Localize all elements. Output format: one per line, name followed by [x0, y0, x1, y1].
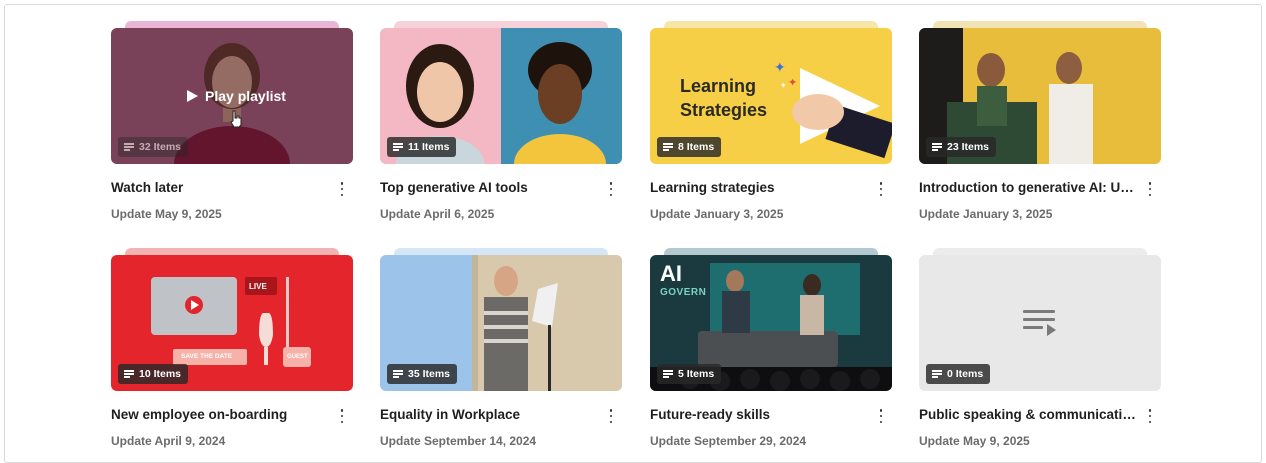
thumbnail-live-tag: LIVE — [249, 282, 267, 291]
svg-text:✦: ✦ — [788, 76, 797, 89]
playlist-updated-date: Update April 6, 2025 — [380, 207, 495, 221]
playlist-icon — [663, 370, 673, 378]
item-count-badge: 11 Items — [387, 137, 457, 157]
playlist-icon — [124, 370, 134, 378]
playlist-updated-date: Update September 29, 2024 — [650, 434, 807, 448]
item-count-badge: 8 Items — [657, 137, 722, 157]
playlist-icon — [124, 143, 134, 151]
item-count-badge: 10 Items — [118, 364, 189, 384]
playlist-icon — [932, 143, 942, 151]
svg-text:✦: ✦ — [780, 81, 787, 90]
more-options-icon[interactable] — [608, 409, 614, 423]
thumbnail-guest-tag: GUEST — [287, 354, 308, 360]
item-count: 8 Items — [678, 141, 715, 153]
hand-cursor-icon — [230, 110, 242, 128]
item-count-badge: 32 Items — [118, 137, 189, 157]
playlist-thumbnail[interactable]: ✦ ✦ ✦ Learning Strategies 8 Items — [650, 28, 892, 164]
playlist-icon — [393, 143, 403, 151]
playlist-thumbnail[interactable]: 11 Items — [380, 28, 622, 164]
playlist-thumbnail[interactable]: AI GOVERN 5 Items — [650, 255, 892, 391]
item-count: 0 Items — [947, 368, 984, 380]
more-options-icon[interactable] — [608, 182, 614, 196]
item-count: 23 Items — [947, 141, 990, 153]
empty-playlist-icon — [1023, 310, 1056, 336]
playlist-title[interactable]: Introduction to generative AI: Understan… — [919, 180, 1141, 195]
playlist-icon — [663, 143, 673, 151]
play-icon — [187, 90, 198, 102]
playlist-thumbnail[interactable]: 0 Items — [919, 255, 1161, 391]
item-count-badge: 0 Items — [926, 364, 991, 384]
item-count: 10 Items — [139, 368, 182, 380]
playlist-title[interactable]: New employee on-boarding — [111, 407, 333, 422]
playlist-title[interactable]: Learning strategies — [650, 180, 872, 195]
playlist-grid: Play playlist 32 Items Watch later Updat… — [4, 4, 1262, 463]
item-count-badge: 23 Items — [926, 137, 997, 157]
playlist-thumbnail[interactable]: 35 Items — [380, 255, 622, 391]
playlist-icon — [932, 370, 942, 378]
playlist-updated-date: Update September 14, 2024 — [380, 434, 537, 448]
thumbnail-govern-text: GOVERN — [660, 287, 707, 298]
playlist-thumbnail[interactable]: Play playlist 32 Items — [111, 28, 353, 164]
item-count: 5 Items — [678, 368, 715, 380]
item-count: 32 Items — [139, 141, 182, 153]
thumbnail-caption-line-2: Strategies — [680, 100, 768, 120]
more-options-icon[interactable] — [339, 409, 345, 423]
playlist-updated-date: Update January 3, 2025 — [919, 207, 1053, 221]
playlist-title[interactable]: Future-ready skills — [650, 407, 872, 422]
more-options-icon[interactable] — [878, 182, 884, 196]
playlist-updated-date: Update April 9, 2024 — [111, 434, 226, 448]
svg-text:✦: ✦ — [774, 60, 786, 76]
item-count: 35 Items — [408, 368, 451, 380]
thumbnail-ai-text: AI — [660, 261, 682, 286]
playlist-title[interactable]: Equality in Workplace — [380, 407, 602, 422]
thumbnail-caption: Learning Strategies — [680, 74, 767, 122]
item-count: 11 Items — [408, 141, 450, 153]
more-options-icon[interactable] — [878, 409, 884, 423]
more-options-icon[interactable] — [1147, 182, 1153, 196]
playlist-title[interactable]: Top generative AI tools — [380, 180, 602, 195]
thumbnail-save-the-date: SAVE THE DATE — [181, 353, 233, 360]
more-options-icon[interactable] — [339, 182, 345, 196]
playlist-title[interactable]: Watch later — [111, 180, 333, 195]
item-count-badge: 5 Items — [657, 364, 722, 384]
more-options-icon[interactable] — [1147, 409, 1153, 423]
playlist-icon — [393, 370, 403, 378]
playlist-updated-date: Update January 3, 2025 — [650, 207, 784, 221]
thumbnail-caption-line-1: Learning — [680, 76, 757, 96]
play-playlist-label: Play playlist — [205, 88, 286, 104]
playlist-title[interactable]: Public speaking & communication skills — [919, 407, 1141, 422]
play-playlist-button[interactable]: Play playlist — [187, 88, 286, 104]
playlist-updated-date: Update May 9, 2025 — [111, 207, 222, 221]
item-count-badge: 35 Items — [387, 364, 458, 384]
playlist-thumbnail[interactable]: 23 Items — [919, 28, 1161, 164]
playlist-thumbnail[interactable]: LIVE SAVE THE DATE GUEST 10 Items — [111, 255, 353, 391]
playlist-updated-date: Update May 9, 2025 — [919, 434, 1030, 448]
